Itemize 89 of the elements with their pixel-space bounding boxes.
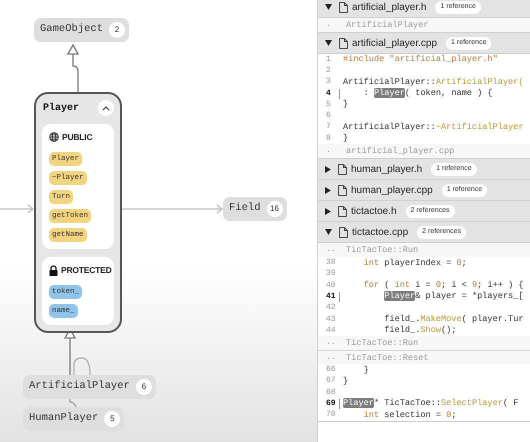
collapse-toggle[interactable] (98, 100, 114, 116)
file-name: human_player.h (351, 162, 422, 177)
line-number: 6 (325, 110, 332, 122)
context-label: ArtificialPlayer (345, 18, 429, 32)
node-label: ArtificialPlayer (29, 379, 130, 394)
context-label: artificial_player.cpp (345, 144, 454, 158)
line-number: 7 (325, 121, 332, 134)
line-number: 3 (325, 76, 332, 88)
line-number: 67 (325, 375, 336, 388)
code-line: } (362, 364, 369, 376)
section-heading: PROTECTED (61, 264, 112, 276)
code-line: Player* TicTacToe::SelectPlayer( F (343, 398, 518, 410)
reference-count: 6 (136, 379, 152, 395)
code-line: field_.Show(); (383, 325, 456, 336)
code-line: } (343, 133, 348, 144)
line-number: .. (325, 352, 337, 364)
file-icon (338, 164, 347, 175)
line-number: 42 (325, 302, 336, 314)
line-number: 41 (325, 290, 336, 303)
current-line-marker (339, 398, 340, 409)
class-node[interactable]: ArtificialPlayer 6 (23, 375, 156, 399)
context-label: TicTacToe::Reset (345, 352, 429, 364)
expanded-triangle-icon (325, 229, 332, 236)
code-line: int selection = 0; (362, 410, 456, 421)
line-number: 2 (325, 64, 332, 77)
file-name: tictactoe.cpp (352, 226, 408, 240)
code-line: for ( int i = 0; i < 9; i++ ) { (362, 280, 524, 292)
file-name: artificial_player.h (352, 0, 426, 14)
reference-count: 2 (109, 22, 126, 38)
line-number: 5 (325, 98, 332, 111)
line-number: .. (325, 244, 337, 256)
reference-arrow (0, 204, 34, 214)
node-label: Field (229, 201, 261, 216)
code-line: : Player( token, name ) { (362, 88, 493, 100)
class-node[interactable]: GameObject 2 (34, 18, 130, 42)
file-icon (339, 2, 348, 12)
chevron-up-icon (102, 105, 110, 111)
collapsed-triangle-icon (325, 166, 331, 173)
file-icon (338, 184, 347, 196)
collapsed-triangle-icon (325, 186, 331, 194)
context-label: TicTacToe::Run (345, 337, 418, 350)
code-line: } (343, 376, 348, 387)
class-node[interactable]: Field 16 (223, 197, 287, 221)
class-title: Player (42, 102, 80, 116)
globe-icon (49, 132, 59, 142)
connector-line (73, 357, 91, 376)
expanded-triangle-icon (325, 40, 332, 46)
line-number: . (325, 19, 332, 31)
current-line-marker (339, 292, 340, 302)
context-label: TicTacToe::Run (345, 244, 418, 257)
code-line: Player& player = *players_[ (383, 291, 524, 302)
file-name: tictactoe.h (351, 204, 397, 219)
file-name: human_player.cpp (351, 184, 433, 198)
node-label: HumanPlayer (29, 411, 98, 426)
line-number: . (325, 145, 332, 158)
line-number: 8 (325, 132, 332, 145)
code-line: #include "artificial_player.h" (343, 54, 498, 66)
line-number: 66 (325, 364, 336, 376)
line-number: .. (325, 337, 337, 350)
node-label: GameObject (40, 22, 104, 38)
file-icon (339, 38, 348, 48)
code-line: int playerIndex = 0; (362, 258, 467, 269)
line-number: 39 (325, 268, 336, 280)
lock-icon (49, 264, 58, 276)
collapsed-triangle-icon (325, 208, 331, 215)
file-icon (338, 206, 347, 217)
class-node[interactable]: HumanPlayer 5 (23, 407, 124, 431)
reference-count: 5 (104, 411, 120, 427)
line-number: 40 (325, 280, 336, 292)
line-number: 1 (325, 54, 332, 66)
code-line: } (343, 99, 348, 110)
expanded-triangle-icon (325, 4, 332, 10)
line-number: 68 (325, 386, 336, 399)
section-heading: PUBLIC (62, 131, 92, 144)
line-number: 69 (325, 398, 336, 410)
file-icon (339, 226, 348, 238)
line-number: 43 (325, 314, 336, 326)
connector-line (69, 398, 77, 408)
line-number: 44 (325, 324, 336, 337)
file-name: artificial_player.cpp (352, 36, 438, 50)
line-number: 70 (325, 409, 336, 422)
line-number: 4 (325, 88, 332, 100)
code-line: ArtificialPlayer::ArtificialPlayer( (343, 76, 524, 88)
current-line-marker (339, 88, 340, 99)
reference-count: 16 (266, 201, 283, 217)
inheritance-arrow (66, 44, 80, 92)
code-line: ArtificialPlayer::~ArtificialPlayer (343, 122, 524, 133)
line-number: 38 (325, 257, 336, 270)
code-line: field_.MakeMove( player.Tur (383, 314, 524, 325)
